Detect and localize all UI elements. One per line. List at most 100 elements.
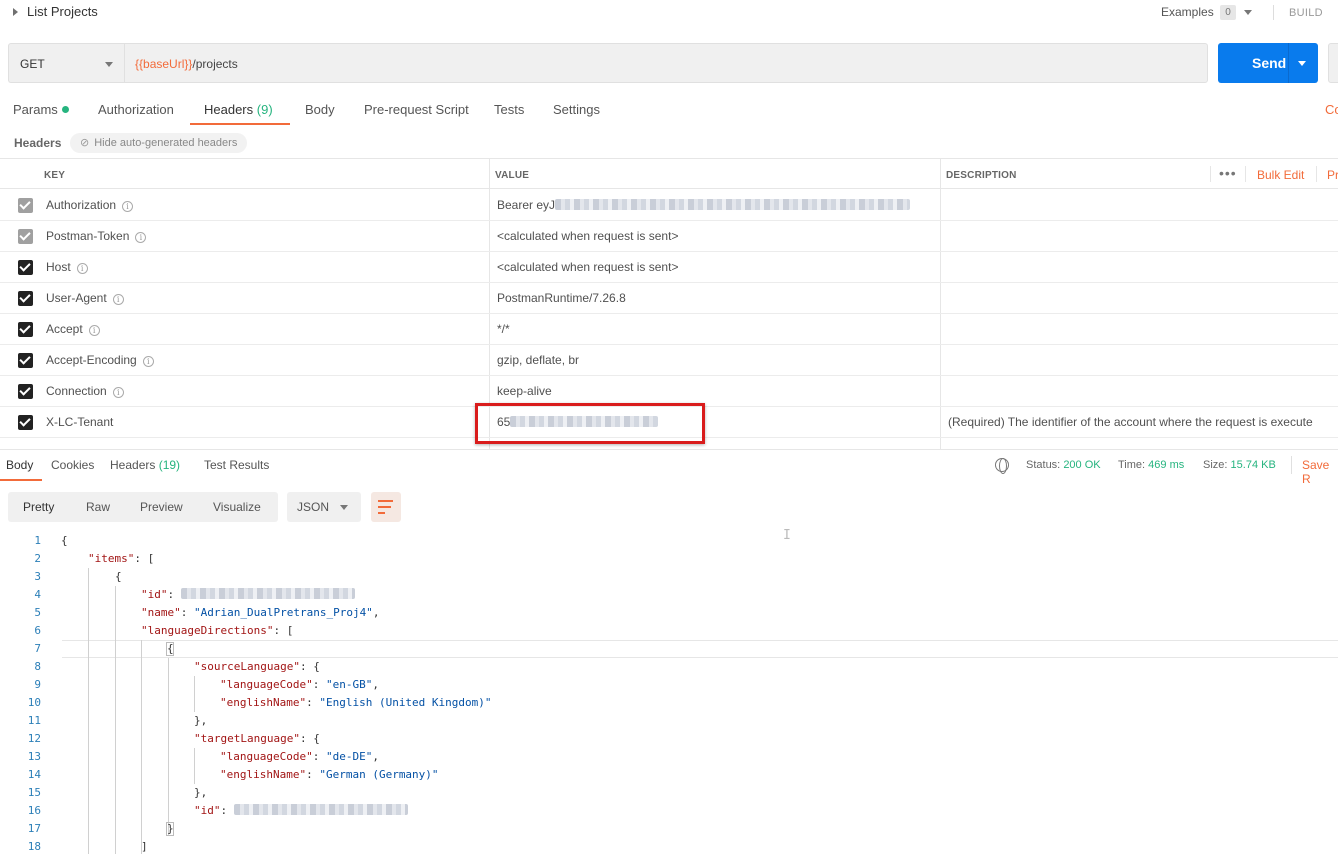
bracket-match-highlight [166,642,174,656]
hide-auto-headers-button[interactable]: ⊘ Hide auto-generated headers [70,133,248,153]
code-line: "englishName": "English (United Kingdom)… [220,696,492,709]
header-value[interactable]: keep-alive [497,384,552,398]
save-button[interactable] [1328,43,1338,83]
more-options-icon[interactable]: ••• [1219,165,1237,181]
tab-tests[interactable]: Tests [494,102,524,117]
table-row: Postman-Token i <calculated when request … [0,221,1338,252]
info-icon[interactable]: i [135,232,147,243]
url-input[interactable]: {{baseUrl}}/projects [124,43,1208,83]
expand-caret-icon[interactable] [13,8,18,16]
save-response-button[interactable]: Save R [1302,458,1338,486]
header-value[interactable]: <calculated when request is sent> [497,260,678,274]
code-link[interactable]: Co [1325,102,1338,117]
info-icon[interactable]: i [88,325,100,336]
size-value: 15.74 KB [1230,459,1276,471]
divider [1291,456,1292,474]
response-tab-headers[interactable]: Headers (19) [110,458,180,472]
row-checkbox[interactable] [18,322,33,337]
line-number: 9 [34,678,41,691]
time-readout: Time: 469 ms [1118,459,1184,471]
row-checkbox[interactable] [18,384,33,399]
row-checkbox[interactable] [18,415,33,430]
row-checkbox[interactable] [18,260,33,275]
info-icon[interactable]: i [112,294,124,305]
status-label: Status: [1026,459,1061,471]
bulk-edit-button[interactable]: Bulk Edit [1257,168,1304,182]
tab-params[interactable]: Params [13,102,69,117]
header-key[interactable]: Authorization i [46,198,134,212]
tab-authorization[interactable]: Authorization [98,102,174,117]
value-text: Bearer eyJ [497,198,556,212]
header-value[interactable]: <calculated when request is sent> [497,229,678,243]
globe-icon[interactable] [995,458,1009,474]
info-icon[interactable]: i [122,201,134,212]
url-path: /projects [192,57,238,71]
code-line: "id": [194,804,408,817]
time-value: 469 ms [1148,459,1185,471]
mode-preview[interactable]: Preview [140,500,183,514]
tab-pre-request-script[interactable]: Pre-request Script [364,102,469,117]
tab-settings[interactable]: Settings [553,102,600,117]
tab-headers[interactable]: Headers (9) [204,102,273,117]
table-row: Accept i */* [0,314,1338,345]
examples-dropdown-icon[interactable] [1244,10,1252,15]
wrap-lines-button[interactable] [371,492,401,522]
header-description[interactable]: (Required) The identifier of the account… [948,415,1313,429]
header-key[interactable]: Host i [46,260,88,274]
line-number: 8 [34,660,41,673]
key-text: Host [46,260,71,274]
build-mode-label[interactable]: BUILD [1289,7,1323,19]
line-number: 11 [27,714,41,727]
line-number: 10 [27,696,41,709]
info-icon[interactable]: i [142,356,154,367]
header-key[interactable]: Accept-Encoding i [46,353,154,367]
column-description: DESCRIPTION [946,170,1017,181]
response-tab-cookies[interactable]: Cookies [51,458,94,472]
row-checkbox[interactable] [18,353,33,368]
code-line: "items": [ [88,552,155,565]
presets-button[interactable]: Pr [1327,168,1338,182]
header-value[interactable]: gzip, deflate, br [497,353,579,367]
line-number: 13 [27,750,41,763]
code-line: ] [141,840,148,853]
code-line: "sourceLanguage": { [194,660,320,673]
header-key[interactable]: Connection i [46,384,124,398]
header-value[interactable]: PostmanRuntime/7.26.8 [497,291,626,305]
divider [1273,5,1274,20]
examples-label[interactable]: Examples [1161,5,1214,19]
method-select[interactable]: GET [8,43,124,83]
line-number: 18 [27,840,41,853]
send-options-chevron-icon[interactable] [1298,61,1306,66]
redacted-id [180,588,355,599]
header-value[interactable]: */* [497,322,510,336]
row-checkbox[interactable] [18,198,33,213]
headers-count: (9) [256,102,273,117]
response-tab-body[interactable]: Body [6,458,33,472]
header-key[interactable]: Postman-Token i [46,229,147,243]
column-key: KEY [44,170,66,181]
method-value: GET [20,57,45,71]
info-icon[interactable]: i [76,263,88,274]
info-icon[interactable]: i [112,387,124,398]
tab-label: Params [13,102,58,117]
row-checkbox[interactable] [18,229,33,244]
header-key[interactable]: X-LC-Tenant [46,415,113,429]
mode-pretty[interactable]: Pretty [23,500,54,514]
divider [1316,166,1317,182]
header-key[interactable]: Accept i [46,322,100,336]
header-value[interactable]: Bearer eyJ [497,198,911,212]
row-checkbox[interactable] [18,291,33,306]
tab-body[interactable]: Body [305,102,335,117]
key-text: Accept-Encoding [46,353,137,367]
send-button[interactable]: Send [1218,43,1318,83]
format-select[interactable]: JSON [287,492,361,522]
header-key[interactable]: User-Agent i [46,291,124,305]
code-line: }, [194,786,208,799]
format-value: JSON [297,500,330,514]
line-number: 12 [27,732,41,745]
table-header: KEY VALUE DESCRIPTION ••• Bulk Edit Pr [0,158,1338,189]
request-title[interactable]: List Projects [27,4,98,19]
response-tab-test-results[interactable]: Test Results [204,458,269,472]
mode-raw[interactable]: Raw [86,500,110,514]
mode-visualize[interactable]: Visualize [213,500,261,514]
